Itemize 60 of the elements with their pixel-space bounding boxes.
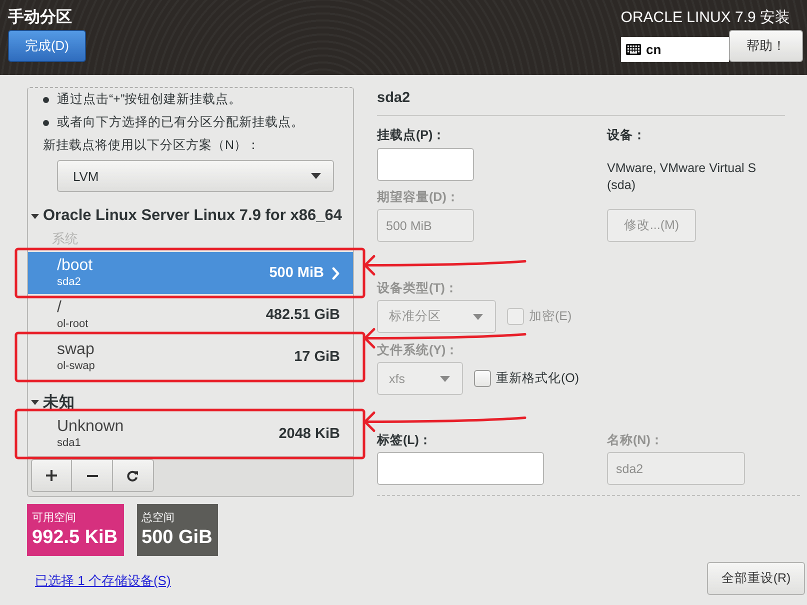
field-label: 挂载点(P)： — [377, 128, 446, 142]
bullet-icon — [43, 120, 49, 126]
help-button[interactable]: 帮助！ — [729, 30, 803, 62]
partition-size: 2048 KiB — [278, 426, 340, 442]
minus-icon — [86, 474, 98, 476]
device-description: VMware, VMware Virtual S (sda) — [607, 160, 758, 194]
field-label: 设备： — [607, 128, 646, 142]
caret-down-icon — [311, 173, 321, 179]
partition-row[interactable]: swap ol-swap 17 GiB — [28, 336, 353, 378]
checkbox-label: 重新格式化(O) — [496, 370, 580, 387]
space-label: 可用空间 — [32, 511, 76, 525]
scheme-label: 新挂载点将使用以下分区方案（N）： — [42, 137, 262, 154]
refresh-button[interactable] — [113, 459, 154, 492]
partition-size: 17 GiB — [294, 349, 340, 365]
device-name: sda1 — [57, 436, 81, 450]
partition-size: 500 MiB — [269, 265, 324, 281]
storage-devices-link[interactable]: 已选择 1 个存储设备(S) — [35, 573, 171, 588]
hint-text: 通过点击“+”按钮创建新挂载点。 — [57, 91, 242, 108]
group-header[interactable]: Oracle Linux Server Linux 7.9 for x86_64 — [28, 205, 353, 227]
keyboard-layout-field[interactable]: cn — [621, 37, 729, 62]
field-label: 标签(L)： — [377, 433, 432, 447]
device-name: ol-root — [57, 317, 88, 331]
page-title: 手动分区 — [8, 8, 72, 28]
caret-down-icon — [31, 214, 39, 218]
mount-point-name: swap — [57, 341, 94, 359]
hint-text: 或者向下方选择的已有分区分配新挂载点。 — [57, 114, 304, 131]
reset-all-button[interactable]: 全部重设(R) — [707, 562, 805, 595]
done-button[interactable]: 完成(D) — [8, 30, 86, 62]
field-label: 设备类型(T)： — [377, 281, 458, 295]
group-header[interactable]: 未知 — [28, 391, 353, 413]
caret-down-icon — [473, 314, 483, 320]
refresh-icon — [127, 470, 139, 482]
keyboard-icon — [626, 44, 641, 55]
partition-scheme-dropdown[interactable]: LVM — [57, 160, 334, 192]
partition-row[interactable]: Unknown sda1 2048 KiB — [28, 413, 353, 455]
checkbox[interactable] — [474, 370, 491, 387]
mount-point-name: / — [57, 299, 62, 317]
add-button[interactable] — [31, 459, 72, 492]
partition-size: 482.51 GiB — [266, 307, 340, 323]
partition-row[interactable]: / ol-root 482.51 GiB — [28, 294, 353, 336]
checkbox-label: 加密(E) — [529, 308, 572, 325]
mount-point-name: Unknown — [57, 418, 124, 436]
label-field[interactable] — [377, 452, 544, 485]
bullet-icon — [43, 96, 49, 102]
space-label: 总空间 — [142, 511, 175, 525]
caret-down-icon — [440, 376, 450, 382]
device-name: sda2 — [57, 275, 81, 289]
mount-point-field[interactable] — [377, 148, 474, 181]
mount-point-name: /boot — [57, 257, 93, 275]
caret-down-icon — [31, 400, 39, 404]
product-title: ORACLE LINUX 7.9 安装 — [620, 8, 790, 28]
chevron-right-icon — [332, 266, 340, 280]
device-name: ol-swap — [57, 359, 95, 373]
plus-icon — [46, 470, 57, 481]
field-label: 名称(N)： — [607, 433, 664, 447]
field-label: 期望容量(D)： — [377, 190, 460, 204]
partition-title: sda2 — [377, 89, 410, 107]
space-value: 992.5 KiB — [32, 526, 118, 550]
space-value: 500 GiB — [142, 526, 212, 550]
field-label: 文件系统(Y)： — [377, 343, 459, 357]
